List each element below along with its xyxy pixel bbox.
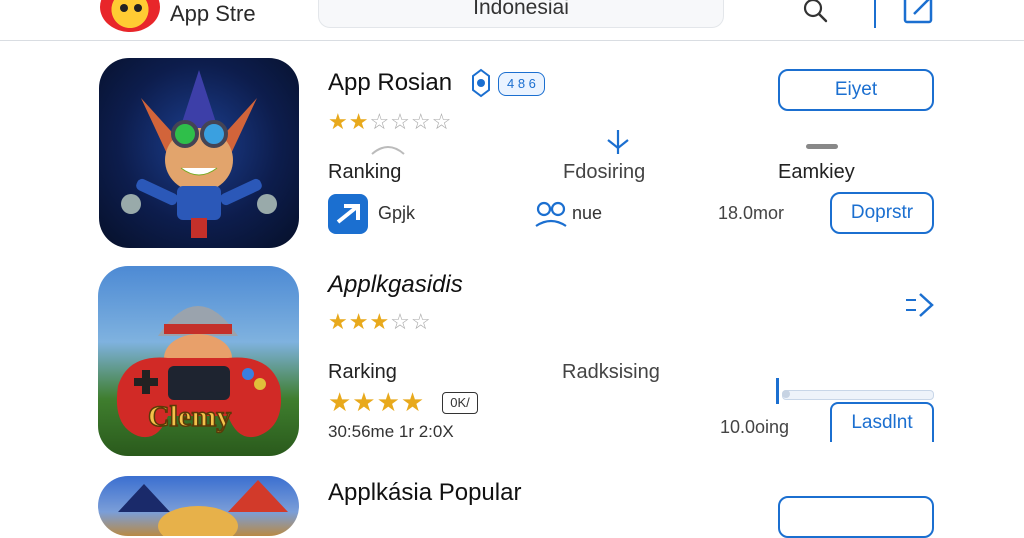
share-icon[interactable] xyxy=(605,128,631,158)
app-title: App Stre xyxy=(170,1,256,26)
developer-icon xyxy=(328,194,368,234)
size-label: 18.0mor xyxy=(718,203,785,223)
svg-text:Clemy: Clemy xyxy=(148,400,231,433)
minimize-icon xyxy=(806,144,838,149)
search-field[interactable]: Indonesiai xyxy=(318,0,724,28)
install-button[interactable]: Lasdlnt xyxy=(830,402,934,442)
goblin-character-icon xyxy=(121,70,277,238)
app-name[interactable]: App Rosian xyxy=(328,68,452,98)
app-icon-1[interactable] xyxy=(99,58,299,248)
middle-label: Radksising xyxy=(562,361,660,383)
castle-character-icon xyxy=(118,480,288,536)
search-value: Indonesiai xyxy=(473,0,569,19)
install-progress xyxy=(776,378,934,404)
detail-button[interactable]: Doprstr xyxy=(830,192,934,234)
rating-stars: ★★☆☆☆☆ xyxy=(328,109,453,134)
loading-icon xyxy=(371,146,405,155)
app-icon-2[interactable]: Clemy xyxy=(98,266,299,456)
search-icon[interactable] xyxy=(800,0,830,26)
size-label: 10.0oing xyxy=(720,417,790,437)
people-icon xyxy=(535,201,567,227)
review-stars: ★★★★ xyxy=(328,387,426,417)
get-button[interactable] xyxy=(778,496,934,538)
ranking-label: Rarking xyxy=(328,361,397,383)
app-name[interactable]: Applkgasidis xyxy=(328,270,463,300)
rating-stars: ★★★☆☆ xyxy=(328,309,432,334)
edit-icon[interactable] xyxy=(902,0,936,26)
get-button[interactable]: Eiyet xyxy=(778,69,934,111)
meta-info: 30:56me 1r 2:0X xyxy=(328,422,454,441)
gamepad-character-icon: Clemy xyxy=(116,306,282,438)
app-name[interactable]: Applkásia Popular xyxy=(328,478,521,508)
middle-label: Fdosiring xyxy=(563,161,646,183)
age-rating-badge: 0K/ xyxy=(442,392,478,414)
forward-arrow-icon[interactable] xyxy=(902,290,938,320)
ranking-label: Ranking xyxy=(328,161,402,183)
verified-icon xyxy=(472,68,490,98)
right-label: Eamkiey xyxy=(778,161,855,183)
app-icon-3[interactable] xyxy=(98,476,299,536)
header-divider xyxy=(874,0,876,28)
version-badge: 4 8 6 xyxy=(498,72,545,96)
developer-name[interactable]: Gpjk xyxy=(378,202,415,224)
category-label: nue xyxy=(572,203,603,223)
